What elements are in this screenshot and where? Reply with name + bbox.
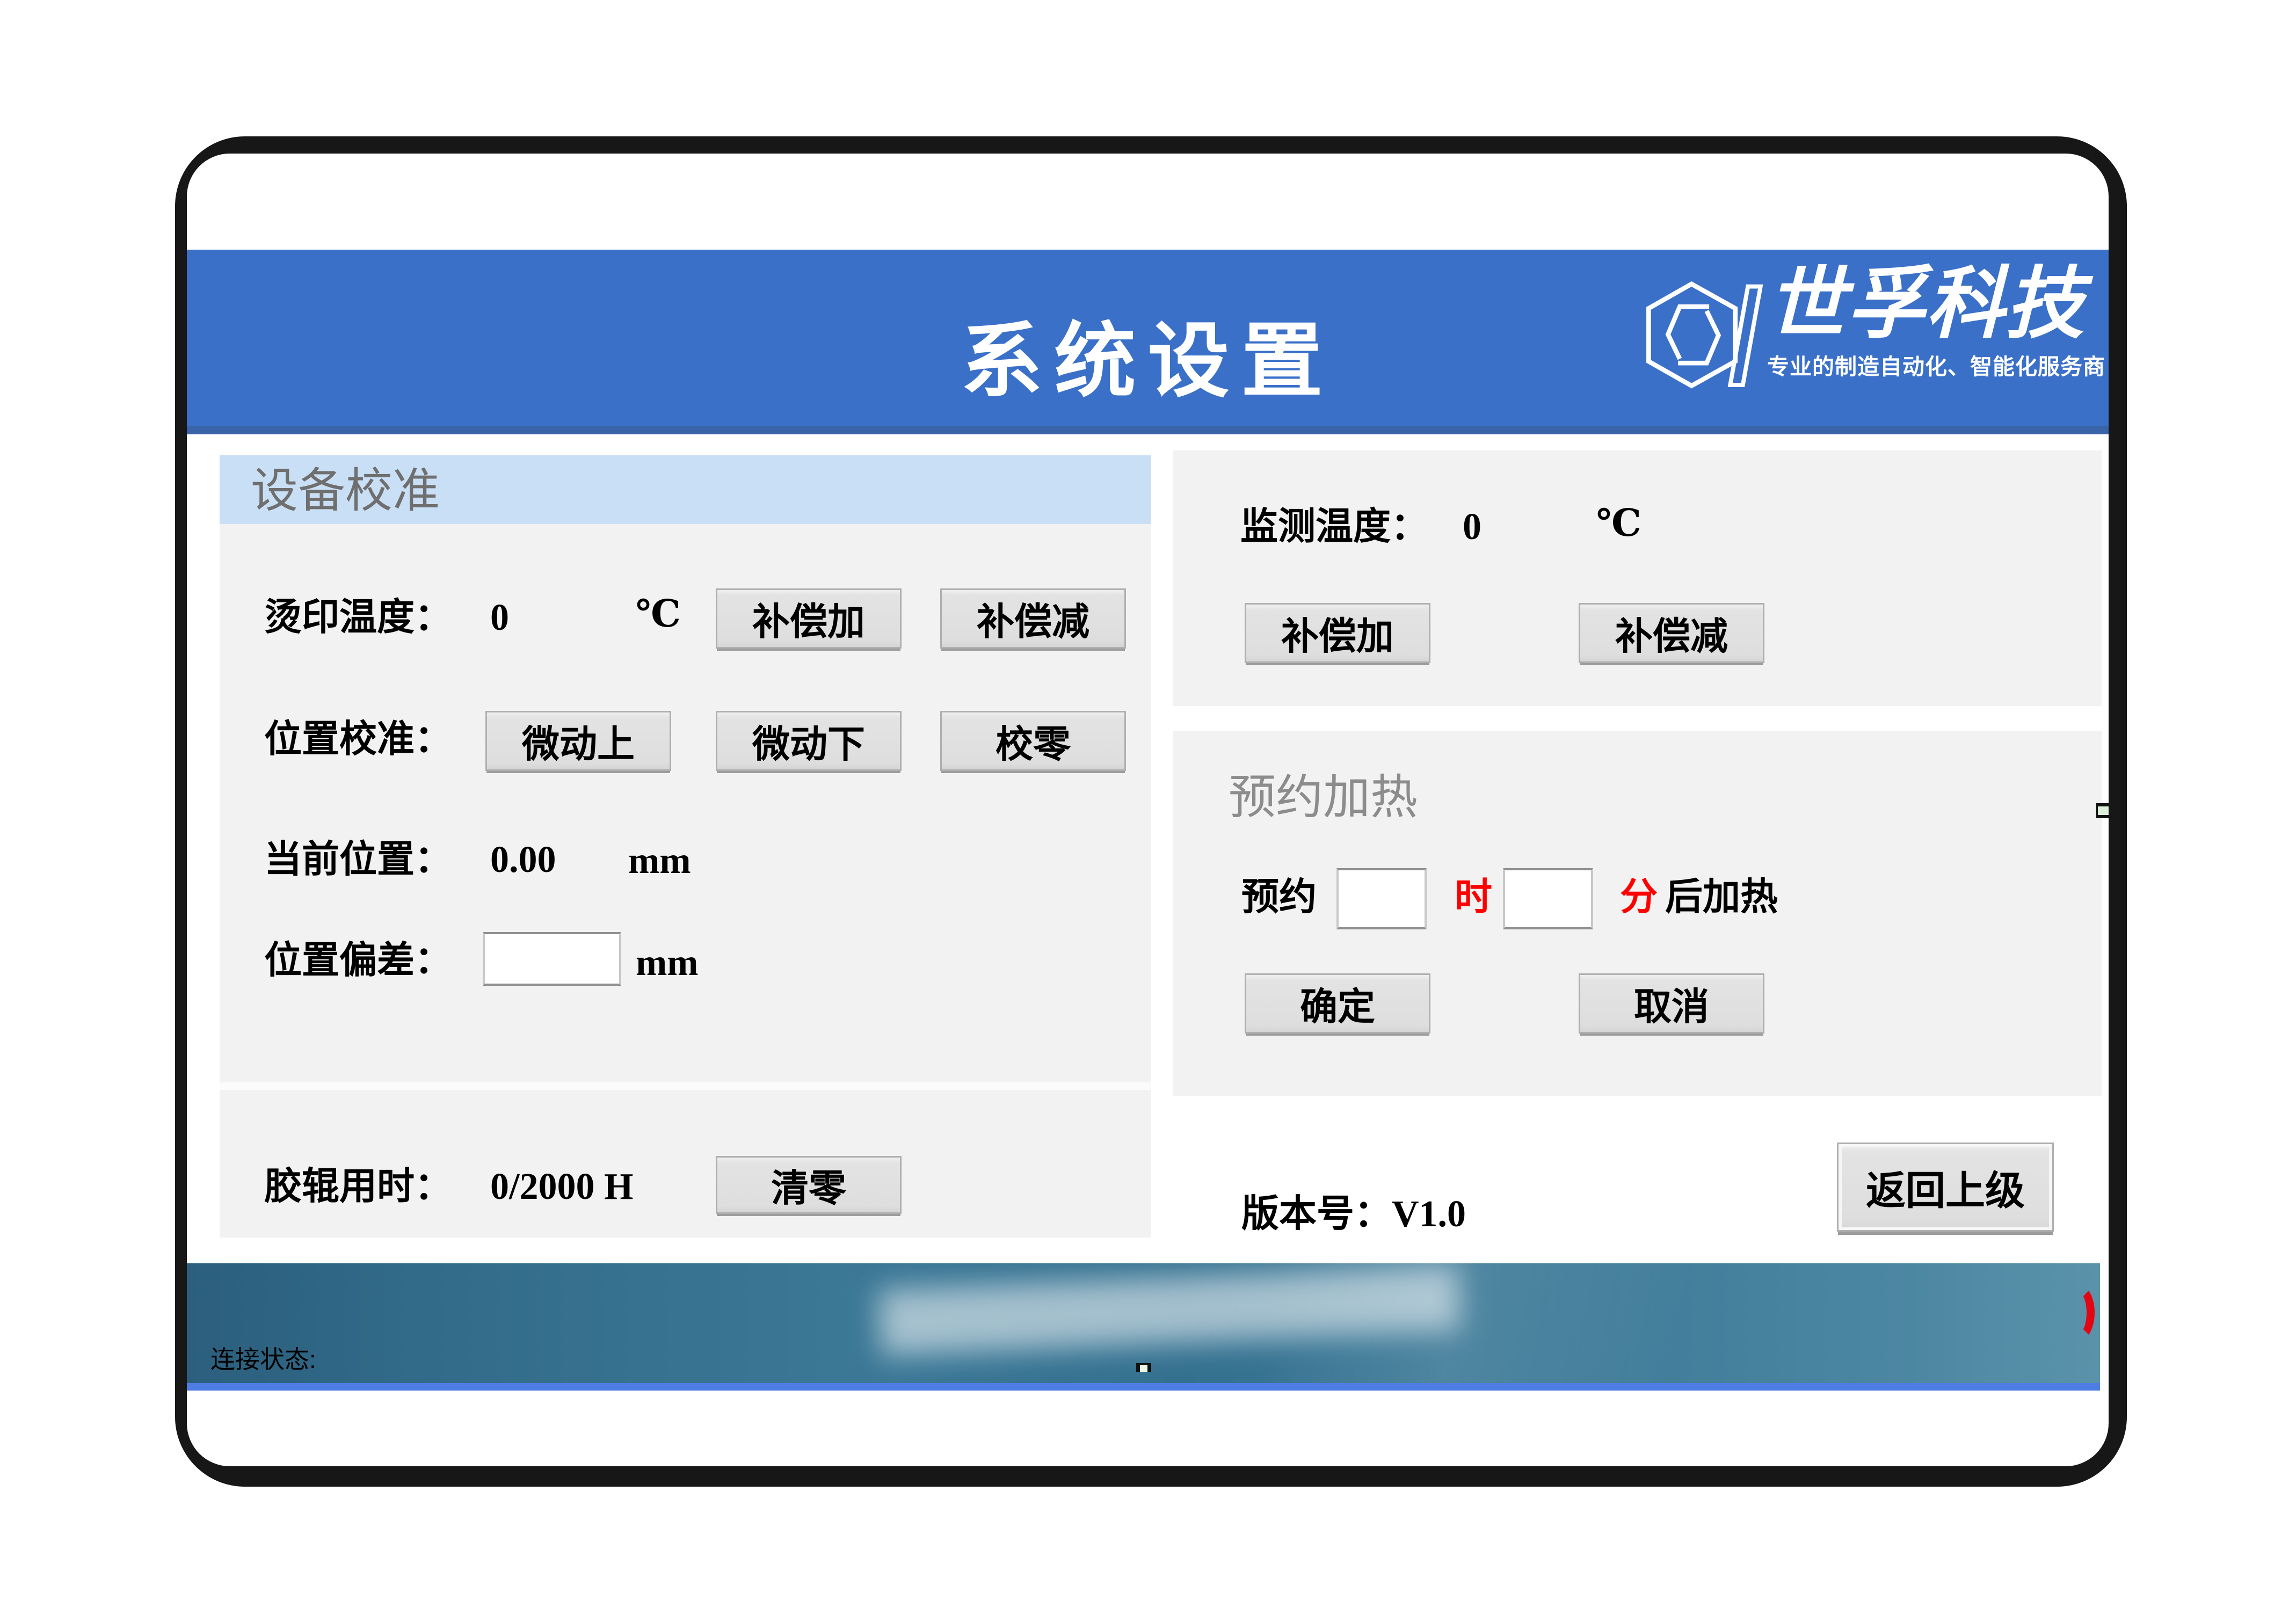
position-deviation-unit: mm bbox=[636, 944, 699, 982]
stamp-temp-label: 烫印温度： bbox=[264, 599, 452, 637]
brand-logo: 世孚科技 专业的制造自动化、智能化服务商 bbox=[1638, 265, 2105, 398]
scheduled-heating-panel: 预约加热 预约 时 分 后加热 确定 取消 bbox=[1173, 731, 2102, 1096]
jog-up-button[interactable]: 微动上 bbox=[485, 711, 671, 771]
position-cal-label: 位置校准： bbox=[264, 721, 452, 759]
hmi-screen: 系统设置 世孚科技 专业的制造自动化、智能化服务商 设备校准 烫印温度： bbox=[187, 154, 2109, 1466]
version-value: V1.0 bbox=[1392, 1194, 1466, 1235]
schedule-hour-input[interactable] bbox=[1336, 868, 1427, 929]
roller-usage-value: 0/2000 H bbox=[490, 1168, 633, 1206]
brand-name: 世孚科技 bbox=[1767, 265, 2085, 343]
roller-clear-button[interactable]: 清零 bbox=[716, 1156, 902, 1214]
monitor-temp-value: 0 bbox=[1463, 508, 1481, 546]
jog-down-button[interactable]: 微动下 bbox=[716, 711, 902, 771]
red-crescent-mark bbox=[2064, 1285, 2095, 1341]
schedule-cancel-button[interactable]: 取消 bbox=[1579, 973, 1764, 1034]
status-bar-underline bbox=[187, 1383, 2100, 1391]
header-bottom-edge bbox=[187, 426, 2109, 434]
cut-off-widget-right-edge bbox=[2096, 803, 2109, 818]
roller-usage-label: 胶辊用时： bbox=[264, 1168, 452, 1206]
position-deviation-label: 位置偏差： bbox=[264, 942, 452, 980]
zero-calibrate-button[interactable]: 校零 bbox=[940, 711, 1126, 771]
device-calibration-title: 设备校准 bbox=[251, 467, 440, 514]
current-position-unit: mm bbox=[628, 842, 691, 880]
schedule-minute-label: 分 bbox=[1620, 879, 1658, 916]
watermark-blur bbox=[878, 1265, 1461, 1356]
tablet-bezel: 系统设置 世孚科技 专业的制造自动化、智能化服务商 设备校准 烫印温度： bbox=[175, 136, 2127, 1487]
position-deviation-input[interactable] bbox=[483, 932, 621, 986]
current-position-label: 当前位置： bbox=[264, 841, 452, 879]
stamp-temp-value: 0 bbox=[490, 599, 509, 637]
current-position-value: 0.00 bbox=[490, 841, 556, 879]
cut-off-widget-bottom-edge bbox=[1136, 1363, 1151, 1372]
monitor-temp-unit: ℃ bbox=[1596, 505, 1641, 543]
connection-status-label: 连接状态: bbox=[210, 1340, 316, 1376]
stamp-temp-compensate-plus-button[interactable]: 补偿加 bbox=[716, 588, 902, 649]
panel-divider bbox=[220, 1082, 1151, 1090]
stamp-temp-compensate-minus-button[interactable]: 补偿减 bbox=[940, 588, 1126, 649]
version-text: 版本号：V1.0 bbox=[1241, 1183, 1466, 1238]
monitor-compensate-minus-button[interactable]: 补偿减 bbox=[1579, 603, 1764, 663]
brand-tagline: 专业的制造自动化、智能化服务商 bbox=[1767, 348, 2105, 381]
monitor-compensate-plus-button[interactable]: 补偿加 bbox=[1245, 603, 1430, 663]
header-bar: 系统设置 世孚科技 专业的制造自动化、智能化服务商 bbox=[187, 250, 2109, 426]
monitor-temp-panel: 监测温度： 0 ℃ 补偿加 补偿减 bbox=[1173, 450, 2102, 706]
version-label: 版本号： bbox=[1241, 1194, 1392, 1235]
scheduled-heating-title: 预约加热 bbox=[1229, 774, 1418, 821]
schedule-prefix-label: 预约 bbox=[1241, 879, 1317, 916]
monitor-temp-label: 监测温度： bbox=[1240, 508, 1428, 546]
stamp-temp-unit: ℃ bbox=[636, 596, 681, 634]
schedule-hour-label: 时 bbox=[1455, 879, 1492, 916]
device-calibration-panel: 设备校准 烫印温度： 0 ℃ 补偿加 补偿减 位置校准： 微动上 微动下 校零 … bbox=[220, 455, 1151, 1238]
schedule-confirm-button[interactable]: 确定 bbox=[1245, 973, 1430, 1034]
schedule-minute-input[interactable] bbox=[1503, 868, 1593, 929]
hexagon-logo-icon bbox=[1638, 272, 1764, 398]
schedule-suffix-label: 后加热 bbox=[1665, 879, 1778, 916]
back-button[interactable]: 返回上级 bbox=[1837, 1143, 2054, 1232]
